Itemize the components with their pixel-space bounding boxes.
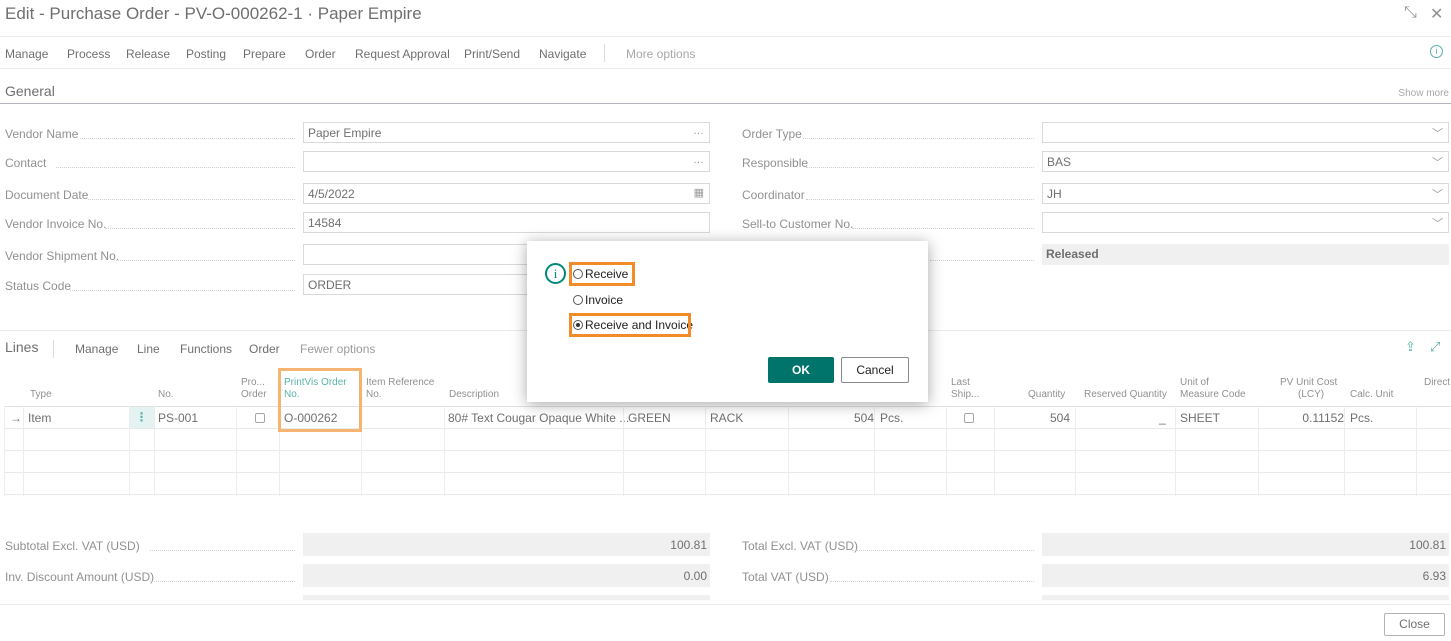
post-options-dialog: i Receive Invoice Receive and Invoice OK… xyxy=(527,241,928,402)
cancel-button[interactable]: Cancel xyxy=(841,357,909,383)
option-invoice-label: Invoice xyxy=(585,293,624,307)
ok-button[interactable]: OK xyxy=(768,357,834,383)
option-invoice[interactable]: Invoice xyxy=(573,293,623,307)
info-icon: i xyxy=(545,263,566,284)
receive-highlight xyxy=(569,262,635,286)
radio-invoice[interactable] xyxy=(573,295,583,305)
receive-and-invoice-highlight xyxy=(569,313,691,337)
purchase-order-page: Edit - Purchase Order - PV-O-000262-1 · … xyxy=(0,0,1451,641)
